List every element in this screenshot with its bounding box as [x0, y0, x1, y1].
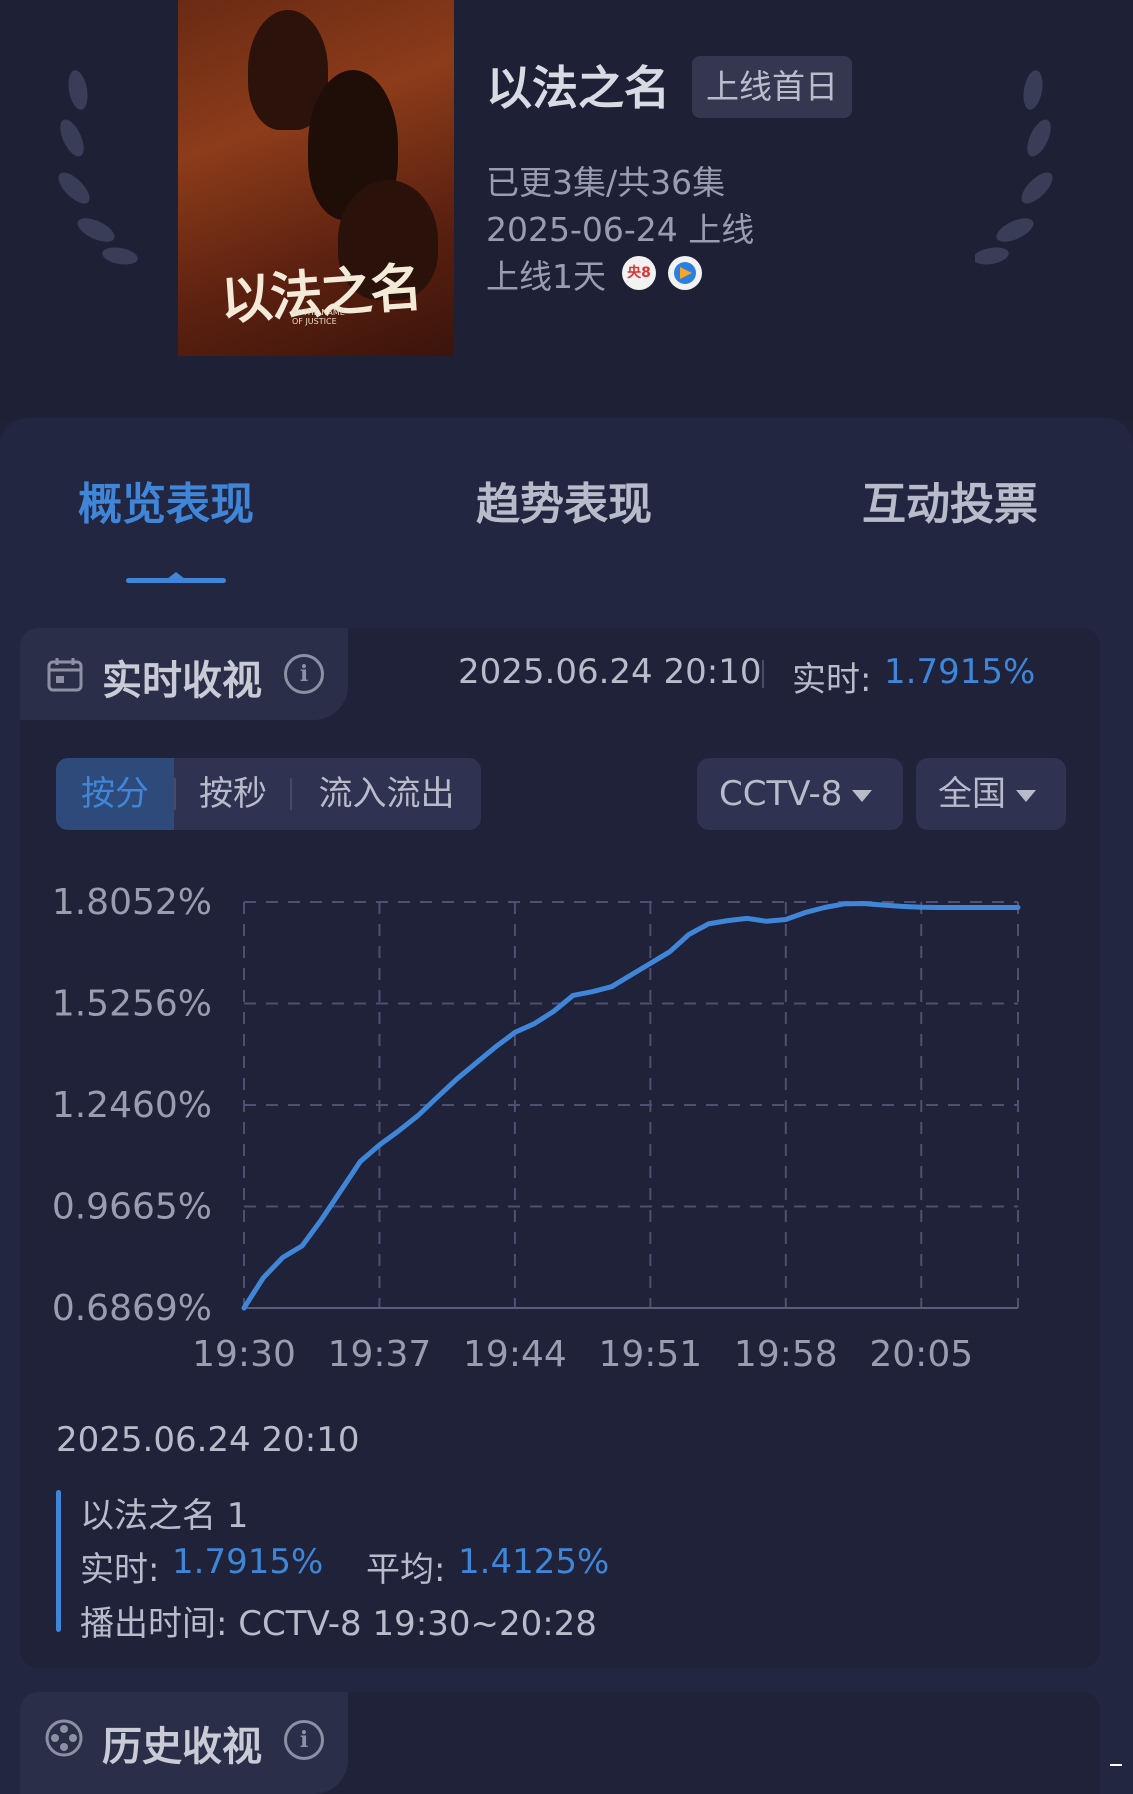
x-tick-label: 20:05 — [869, 1334, 973, 1375]
tooltip-accent-bar — [56, 1490, 61, 1632]
laurel-right-icon — [975, 70, 1053, 265]
x-tick-label: 19:37 — [328, 1334, 432, 1375]
granularity-segmented-control: 按分 按秒 流入流出 — [56, 758, 481, 830]
film-reel-icon — [45, 1719, 83, 1757]
tooltip-episode: 以法之名 1 — [80, 1496, 249, 1536]
segment-flow[interactable]: 流入流出 — [292, 758, 481, 830]
tooltip-avg-value: 1.4125% — [458, 1542, 610, 1582]
divider — [762, 660, 764, 688]
channel-select[interactable]: CCTV-8 — [697, 758, 903, 830]
y-tick-label: 1.2460% — [52, 1085, 212, 1126]
x-tick-label: 19:58 — [734, 1334, 838, 1375]
laurel-left-icon — [58, 70, 138, 265]
realtime-label: 实时: — [792, 660, 872, 700]
tooltip-timestamp: 2025.06.24 20:10 — [56, 1420, 360, 1460]
info-icon[interactable]: i — [284, 1720, 324, 1760]
calendar-icon — [47, 658, 83, 692]
corner-mark — [1110, 1764, 1122, 1766]
episode-count: 已更3集/共36集 — [486, 163, 726, 202]
y-tick-label: 1.5256% — [52, 984, 212, 1025]
segment-by-minute[interactable]: 按分 — [56, 758, 174, 830]
days-online: 上线1天 — [486, 257, 606, 296]
tab-overview[interactable]: 概览表现 — [78, 468, 254, 532]
tab-trend[interactable]: 趋势表现 — [476, 468, 652, 532]
realtime-title: 实时收视 — [102, 658, 262, 704]
y-tick-label: 1.8052% — [52, 882, 212, 923]
tooltip-broadcast-time: 播出时间: CCTV-8 19:30~20:28 — [80, 1604, 597, 1644]
realtime-value: 1.7915% — [884, 652, 1036, 692]
region-select[interactable]: 全国 — [916, 758, 1066, 830]
premiere-badge: 上线首日 — [692, 56, 852, 118]
chevron-down-icon — [1016, 789, 1036, 802]
y-tick-label: 0.9665% — [52, 1187, 212, 1228]
realtime-timestamp: 2025.06.24 20:10 — [458, 652, 762, 692]
x-tick-label: 19:30 — [192, 1334, 296, 1375]
chevron-down-icon — [852, 789, 873, 802]
tooltip-avg-label: 平均: — [366, 1550, 446, 1590]
show-poster[interactable]: 以法之名 IN THE NAME OF JUSTICE — [178, 0, 454, 356]
y-tick-label: 0.6869% — [52, 1288, 212, 1329]
release-date: 2025-06-24 上线 — [486, 210, 755, 249]
history-title: 历史收视 — [102, 1724, 262, 1770]
channel-select-value: CCTV-8 — [719, 774, 843, 814]
streaming-platform-icon — [668, 256, 702, 290]
show-title: 以法之名 — [486, 61, 670, 115]
tooltip-live-label: 实时: — [80, 1550, 160, 1590]
info-icon[interactable]: i — [284, 654, 324, 694]
poster-subtitle: IN THE NAME OF JUSTICE — [292, 308, 345, 326]
x-tick-label: 19:51 — [598, 1334, 702, 1375]
tooltip-live-value: 1.7915% — [172, 1542, 324, 1582]
tab-indicator — [126, 578, 226, 583]
cctv8-channel-icon: 央8 — [622, 256, 656, 290]
region-select-value: 全国 — [938, 774, 1006, 814]
x-tick-label: 19:44 — [463, 1334, 567, 1375]
realtime-ratings-chart[interactable]: 1.8052% 1.5256% 1.2460% 0.9665% 0.6869% 19:30… — [40, 860, 1080, 1400]
segment-by-second[interactable]: 按秒 — [176, 758, 290, 830]
tab-vote[interactable]: 互动投票 — [862, 468, 1038, 532]
